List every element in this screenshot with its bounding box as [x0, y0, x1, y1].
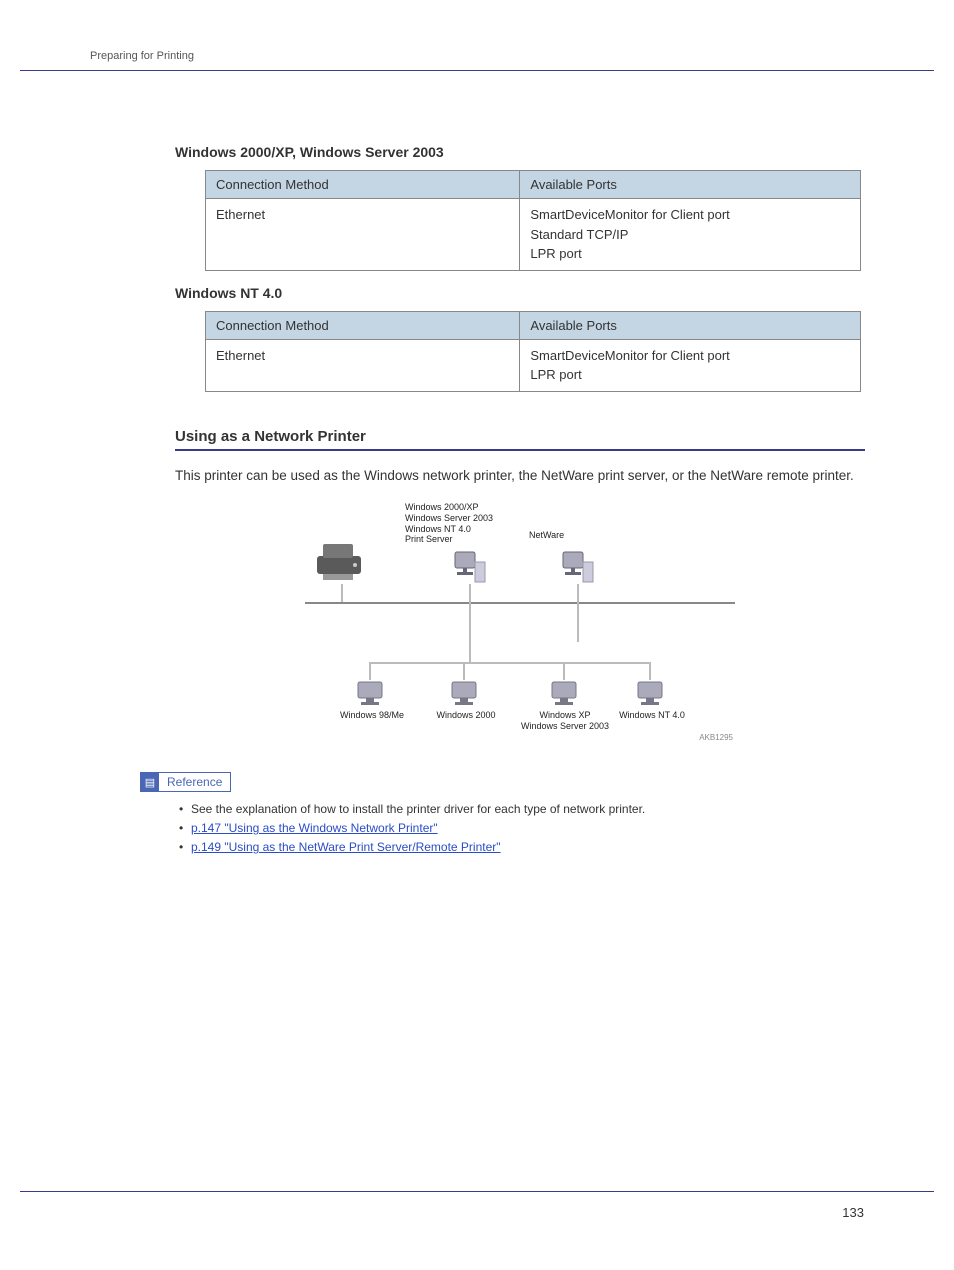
table-row: Ethernet SmartDeviceMonitor for Client p…: [206, 199, 861, 271]
diagram-client-label: Windows NT 4.0: [615, 710, 689, 721]
computer-icon: [355, 680, 385, 706]
table-win2000xp: Connection Method Available Ports Ethern…: [205, 170, 861, 271]
diagram-client-label: Windows XP Windows Server 2003: [515, 710, 615, 732]
table-row: Ethernet SmartDeviceMonitor for Client p…: [206, 339, 861, 391]
heading-network-printer: Using as a Network Printer: [175, 428, 865, 451]
main-content: Windows 2000/XP, Windows Server 2003 Con…: [175, 130, 865, 859]
diagram-client-label: Windows 2000: [431, 710, 501, 721]
list-item: p.147 "Using as the Windows Network Prin…: [179, 821, 865, 835]
server-icon: [453, 550, 487, 584]
connector-line: [369, 662, 371, 680]
ref-link[interactable]: p.147 "Using as the Windows Network Prin…: [191, 821, 438, 835]
diagram-client-label: Windows 98/Me: [337, 710, 407, 721]
breadcrumb: Preparing for Printing: [90, 50, 194, 62]
heading-win2000xp: Windows 2000/XP, Windows Server 2003: [175, 144, 865, 160]
connector-line: [469, 602, 471, 662]
connector-line: [369, 662, 649, 664]
diagram-netware-label: NetWare: [529, 530, 564, 540]
diagram-code: AKB1295: [699, 733, 733, 742]
table-winnt40: Connection Method Available Ports Ethern…: [205, 311, 861, 392]
reference-tag: ▤ Reference: [140, 772, 231, 792]
connector-line: [341, 584, 343, 602]
printer-icon: [311, 538, 371, 582]
footer-rule: [20, 1191, 934, 1192]
diagram-server-labels: Windows 2000/XP Windows Server 2003 Wind…: [405, 502, 493, 545]
reference-list: See the explanation of how to install th…: [179, 802, 865, 854]
th-available-ports: Available Ports: [520, 311, 861, 339]
reference-label: Reference: [159, 775, 230, 789]
connector-line: [469, 584, 471, 602]
connector-line: [577, 602, 579, 642]
connector-line: [463, 662, 465, 680]
computer-icon: [635, 680, 665, 706]
reference-icon: ▤: [141, 773, 159, 791]
computer-icon: [549, 680, 579, 706]
list-item: p.149 "Using as the NetWare Print Server…: [179, 840, 865, 854]
heading-winnt40: Windows NT 4.0: [175, 285, 865, 301]
network-diagram: Windows 2000/XP Windows Server 2003 Wind…: [305, 502, 735, 742]
list-item: See the explanation of how to install th…: [179, 802, 865, 816]
cell-ports: SmartDeviceMonitor for Client port LPR p…: [520, 339, 861, 391]
bus-line: [305, 602, 735, 604]
cell-method: Ethernet: [206, 339, 520, 391]
page-header: Preparing for Printing: [90, 50, 864, 62]
body-text: This printer can be used as the Windows …: [175, 465, 865, 487]
connector-line: [649, 662, 651, 680]
header-rule: [20, 70, 934, 71]
cell-method: Ethernet: [206, 199, 520, 271]
ref-link[interactable]: p.149 "Using as the NetWare Print Server…: [191, 840, 501, 854]
th-connection-method: Connection Method: [206, 171, 520, 199]
cell-ports: SmartDeviceMonitor for Client port Stand…: [520, 199, 861, 271]
ref-text: See the explanation of how to install th…: [191, 802, 645, 816]
connector-line: [563, 662, 565, 680]
page-number: 133: [842, 1205, 864, 1220]
th-connection-method: Connection Method: [206, 311, 520, 339]
connector-line: [577, 584, 579, 602]
th-available-ports: Available Ports: [520, 171, 861, 199]
server-icon: [561, 550, 595, 584]
computer-icon: [449, 680, 479, 706]
